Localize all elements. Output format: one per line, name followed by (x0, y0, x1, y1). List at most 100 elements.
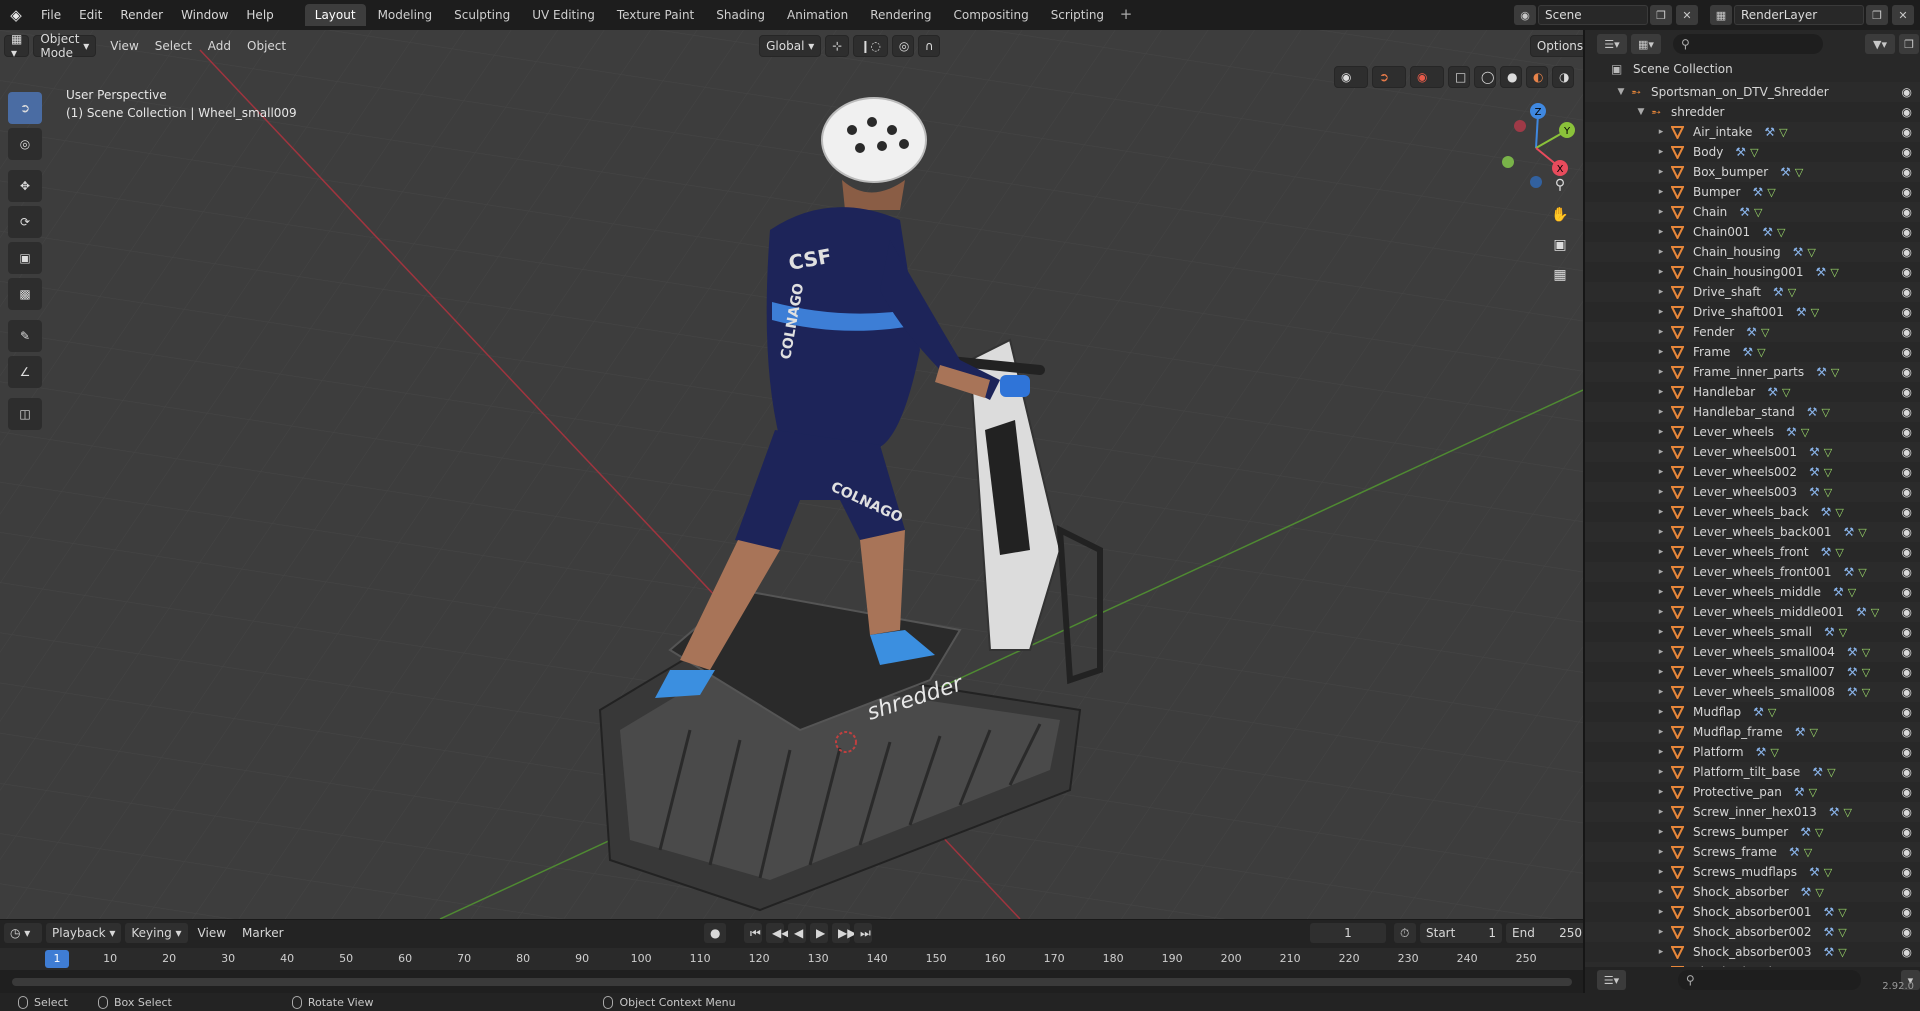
modifier-wrench-icon[interactable]: ⚒ (1801, 882, 1812, 902)
modifier-wrench-icon[interactable]: ⚒ (1794, 782, 1805, 802)
visibility-eye-icon[interactable]: ◉ (1902, 302, 1912, 322)
outliner-object-row[interactable]: ▸ Bumper ⚒ ▽ ◉ (1585, 182, 1920, 202)
outliner-object-row[interactable]: ▸ Lever_wheels002 ⚒ ▽ ◉ (1585, 462, 1920, 482)
outliner-object-row[interactable]: ▸ Mudflap ⚒ ▽ ◉ (1585, 702, 1920, 722)
viewport-menu-add[interactable]: Add (200, 39, 239, 53)
viewport-menu-select[interactable]: Select (147, 39, 200, 53)
expand-arrow-icon[interactable]: ▸ (1655, 802, 1667, 822)
expand-arrow-icon[interactable]: ▸ (1655, 702, 1667, 722)
outliner-object-row[interactable]: ▸ Shock_absorber ⚒ ▽ ◉ (1585, 882, 1920, 902)
camera-view-icon[interactable]: ▣ (1547, 232, 1573, 258)
zoom-icon[interactable]: ⚲ (1547, 172, 1573, 198)
mesh-data-icon[interactable]: ▽ (1824, 463, 1832, 483)
visibility-eye-icon[interactable]: ◉ (1902, 262, 1912, 282)
modifier-wrench-icon[interactable]: ⚒ (1780, 162, 1791, 182)
modifier-wrench-icon[interactable]: ⚒ (1789, 842, 1800, 862)
expand-arrow-icon[interactable]: ▸ (1655, 742, 1667, 762)
outliner-object-row[interactable]: ▸ Platform ⚒ ▽ ◉ (1585, 742, 1920, 762)
visibility-eye-icon[interactable]: ◉ (1902, 882, 1912, 902)
outliner-object-row[interactable]: ▸ Protective_pan ⚒ ▽ ◉ (1585, 782, 1920, 802)
expand-arrow-icon[interactable]: ▸ (1655, 322, 1667, 342)
viewport-menu-view[interactable]: View (102, 39, 146, 53)
properties-search-input[interactable]: ⚲ (1677, 970, 1861, 990)
modifier-wrench-icon[interactable]: ⚒ (1821, 542, 1832, 562)
modifier-wrench-icon[interactable]: ⚒ (1856, 602, 1867, 622)
visibility-eye-icon[interactable]: ◉ (1902, 102, 1912, 122)
modifier-wrench-icon[interactable]: ⚒ (1847, 682, 1858, 702)
expand-arrow-icon[interactable]: ▸ (1655, 342, 1667, 362)
visibility-eye-icon[interactable]: ◉ (1902, 562, 1912, 582)
outliner-object-row[interactable]: ▸ Lever_wheels001 ⚒ ▽ ◉ (1585, 442, 1920, 462)
outliner-object-row[interactable]: ▸ Shock_absorber002 ⚒ ▽ ◉ (1585, 922, 1920, 942)
outliner-object-row[interactable]: ▸ Screws_bumper ⚒ ▽ ◉ (1585, 822, 1920, 842)
workspace-tab-animation[interactable]: Animation (777, 4, 858, 26)
expand-arrow-icon[interactable]: ▸ (1655, 682, 1667, 702)
visibility-eye-icon[interactable]: ◉ (1902, 702, 1912, 722)
modifier-wrench-icon[interactable]: ⚒ (1844, 562, 1855, 582)
mesh-data-icon[interactable]: ▽ (1835, 503, 1843, 523)
expand-arrow-icon[interactable]: ▸ (1655, 382, 1667, 402)
outliner-object-row[interactable]: ▸ Platform_tilt_base ⚒ ▽ ◉ (1585, 762, 1920, 782)
workspace-tab-texture-paint[interactable]: Texture Paint (607, 4, 704, 26)
workspace-tab-rendering[interactable]: Rendering (860, 4, 941, 26)
timeline-scrollbar[interactable] (12, 978, 1572, 986)
outliner-object-row[interactable]: ▸ Frame_inner_parts ⚒ ▽ ◉ (1585, 362, 1920, 382)
outliner-object-row[interactable]: ▸ Chain ⚒ ▽ ◉ (1585, 202, 1920, 222)
mesh-data-icon[interactable]: ▽ (1768, 703, 1776, 723)
outliner-object-row[interactable]: ▸ Lever_wheels_back001 ⚒ ▽ ◉ (1585, 522, 1920, 542)
visibility-eye-icon[interactable]: ◉ (1902, 922, 1912, 942)
visibility-eye-icon[interactable]: ◉ (1902, 682, 1912, 702)
scene-collection-row[interactable]: ▣ Scene Collection (1585, 58, 1920, 80)
mesh-data-icon[interactable]: ▽ (1835, 543, 1843, 563)
playhead-frame-indicator[interactable]: 1 (45, 950, 69, 968)
transform-orientation-selector[interactable]: Global ▾ (759, 35, 822, 57)
outliner-object-row[interactable]: ▸ Lever_wheels_front001 ⚒ ▽ ◉ (1585, 562, 1920, 582)
timeline-editor[interactable]: ◷ ▾ Playback ▾ Keying ▾ View Marker ● ⏮ ◀◀ … (0, 919, 1588, 994)
outliner-object-row[interactable]: ▸ Screws_mudflaps ⚒ ▽ ◉ (1585, 862, 1920, 882)
modifier-wrench-icon[interactable]: ⚒ (1816, 362, 1827, 382)
mesh-data-icon[interactable]: ▽ (1844, 803, 1852, 823)
outliner-root-row[interactable]: ▼ ➵ Sportsman_on_DTV_Shredder ◉ (1585, 82, 1920, 102)
workspace-tab-modeling[interactable]: Modeling (368, 4, 443, 26)
expand-arrow-icon[interactable]: ▸ (1655, 562, 1667, 582)
select-box-tool-icon[interactable]: ➲ (8, 92, 42, 124)
mesh-data-icon[interactable]: ▽ (1839, 623, 1847, 643)
outliner-object-row[interactable]: ▸ Handlebar ⚒ ▽ ◉ (1585, 382, 1920, 402)
viewport-menu-object[interactable]: Object (239, 39, 294, 53)
visibility-eye-icon[interactable]: ◉ (1902, 322, 1912, 342)
mesh-data-icon[interactable]: ▽ (1831, 363, 1839, 383)
visibility-eye-icon[interactable]: ◉ (1902, 242, 1912, 262)
visibility-eye-icon[interactable]: ◉ (1902, 582, 1912, 602)
play-icon[interactable]: ▶ (810, 923, 828, 943)
modifier-wrench-icon[interactable]: ⚒ (1752, 182, 1763, 202)
expand-arrow-icon[interactable]: ▸ (1655, 442, 1667, 462)
mesh-data-icon[interactable]: ▽ (1862, 643, 1870, 663)
modifier-wrench-icon[interactable]: ⚒ (1786, 422, 1797, 442)
mesh-data-icon[interactable]: ▽ (1858, 563, 1866, 583)
timeline-menu-view[interactable]: View (192, 923, 232, 943)
visibility-eye-icon[interactable]: ◉ (1902, 782, 1912, 802)
expand-arrow-icon[interactable]: ▸ (1655, 242, 1667, 262)
expand-arrow-icon[interactable]: ▸ (1655, 622, 1667, 642)
mesh-data-icon[interactable]: ▽ (1838, 923, 1846, 943)
modifier-wrench-icon[interactable]: ⚒ (1793, 242, 1804, 262)
outliner-object-row[interactable]: ▸ Fender ⚒ ▽ ◉ (1585, 322, 1920, 342)
orthographic-grid-icon[interactable]: ▦ (1547, 262, 1573, 288)
modifier-wrench-icon[interactable]: ⚒ (1753, 702, 1764, 722)
modifier-wrench-icon[interactable]: ⚒ (1767, 382, 1778, 402)
outliner-object-row[interactable]: ▸ Lever_wheels_small ⚒ ▽ ◉ (1585, 622, 1920, 642)
xray-icon[interactable]: □ (1448, 66, 1470, 88)
visibility-eye-icon[interactable]: ◉ (1902, 802, 1912, 822)
visibility-eye-icon[interactable]: ◉ (1902, 422, 1912, 442)
expand-arrow-icon[interactable]: ▸ (1655, 142, 1667, 162)
visibility-eye-icon[interactable]: ◉ (1902, 822, 1912, 842)
outliner-object-row[interactable]: ▸ Box_bumper ⚒ ▽ ◉ (1585, 162, 1920, 182)
mesh-data-icon[interactable]: ▽ (1848, 583, 1856, 603)
visibility-eye-icon[interactable]: ◉ (1902, 482, 1912, 502)
mesh-data-icon[interactable]: ▽ (1838, 943, 1846, 963)
modifier-wrench-icon[interactable]: ⚒ (1746, 322, 1757, 342)
pan-hand-icon[interactable]: ✋ (1547, 202, 1573, 228)
mesh-data-icon[interactable]: ▽ (1862, 683, 1870, 703)
overlay-icon[interactable]: ◉ (1410, 66, 1444, 88)
modifier-wrench-icon[interactable]: ⚒ (1735, 142, 1746, 162)
